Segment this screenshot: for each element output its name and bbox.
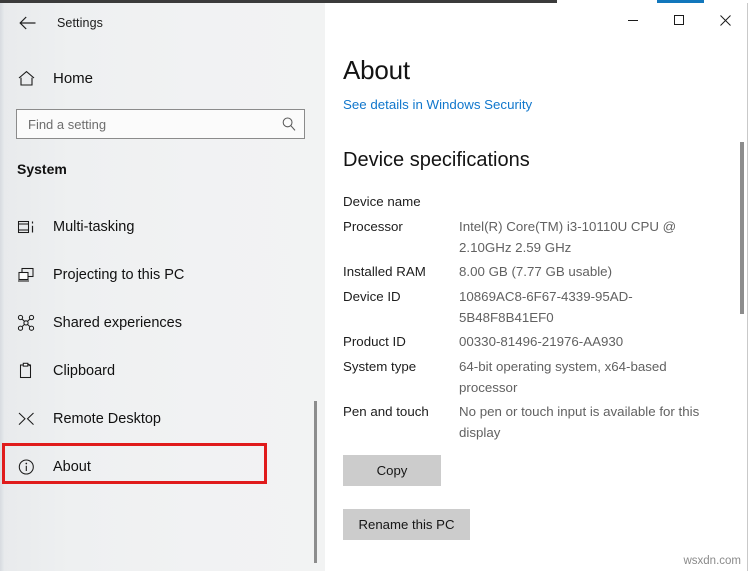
settings-window: Settings Home System [0, 0, 748, 571]
sidebar-item-home-label: Home [53, 70, 93, 87]
sidebar-section-label: System [17, 161, 67, 177]
windows-security-link[interactable]: See details in Windows Security [343, 97, 532, 112]
sidebar: Settings Home System [0, 3, 325, 571]
main-content: About See details in Windows Security De… [325, 3, 748, 571]
sidebar-item-projecting-to-this-pc-label: Projecting to this PC [53, 267, 184, 283]
spec-row-device-name: Device name [343, 191, 733, 213]
spec-key: Device name [343, 191, 459, 213]
page-title: About [343, 55, 410, 86]
spec-value: 8.00 GB (7.77 GB usable) [459, 261, 712, 282]
spec-key: Installed RAM [343, 261, 459, 283]
spec-row-installed-ram: Installed RAM 8.00 GB (7.77 GB usable) [343, 261, 733, 283]
sidebar-item-multi-tasking[interactable]: Multi-tasking [0, 203, 325, 251]
spec-key: Device ID [343, 286, 459, 308]
device-specifications-heading: Device specifications [343, 149, 530, 172]
spec-key: Product ID [343, 331, 459, 353]
app-title: Settings [57, 16, 103, 30]
search-input[interactable] [17, 117, 274, 132]
info-circle-icon [13, 458, 39, 476]
back-button[interactable] [6, 7, 50, 39]
sidebar-item-about[interactable]: About [0, 443, 325, 491]
sidebar-item-about-label: About [53, 459, 91, 475]
spec-value: No pen or touch input is available for t… [459, 401, 712, 443]
clipboard-icon [13, 362, 39, 380]
spec-value: 10869AC8-6F67-4339-95AD-5B48F8B41EF0 [459, 286, 712, 328]
sidebar-item-shared-experiences[interactable]: Shared experiences [0, 299, 325, 347]
spec-value: Intel(R) Core(TM) i3-10110U CPU @ 2.10GH… [459, 216, 712, 258]
home-icon [13, 70, 39, 87]
multitasking-icon [13, 218, 39, 236]
maximize-button[interactable] [656, 3, 702, 37]
spec-row-device-id: Device ID 10869AC8-6F67-4339-95AD-5B48F8… [343, 286, 733, 328]
window-controls [610, 3, 748, 37]
titlebar: Settings [0, 3, 325, 43]
projecting-icon [13, 266, 39, 284]
sidebar-item-projecting-to-this-pc[interactable]: Projecting to this PC [0, 251, 325, 299]
copy-button[interactable]: Copy [343, 455, 441, 486]
sidebar-scrollbar-thumb[interactable] [314, 401, 317, 563]
device-specifications-table: Device name Processor Intel(R) Core(TM) … [343, 191, 733, 446]
remote-desktop-icon [13, 410, 39, 428]
sidebar-nav-list: Multi-tasking Projecting to this PC [0, 203, 325, 491]
sidebar-item-remote-desktop[interactable]: Remote Desktop [0, 395, 325, 443]
sidebar-item-remote-desktop-label: Remote Desktop [53, 411, 161, 427]
sidebar-item-multi-tasking-label: Multi-tasking [53, 219, 134, 235]
spec-row-product-id: Product ID 00330-81496-21976-AA930 [343, 331, 733, 353]
spec-value: 64-bit operating system, x64-based proce… [459, 356, 712, 398]
search-box[interactable] [16, 109, 305, 139]
spec-key: Pen and touch [343, 401, 459, 423]
back-arrow-icon [19, 16, 37, 30]
watermark: wsxdn.com [683, 555, 741, 567]
spec-row-processor: Processor Intel(R) Core(TM) i3-10110U CP… [343, 216, 733, 258]
rename-this-pc-button[interactable]: Rename this PC [343, 509, 470, 540]
sidebar-item-shared-experiences-label: Shared experiences [53, 315, 182, 331]
content-scrollbar-thumb[interactable] [740, 142, 744, 314]
sidebar-item-clipboard[interactable]: Clipboard [0, 347, 325, 395]
search-icon[interactable] [274, 116, 304, 132]
spec-key: System type [343, 356, 459, 378]
spec-value: 00330-81496-21976-AA930 [459, 331, 712, 352]
sidebar-item-clipboard-label: Clipboard [53, 363, 115, 379]
sidebar-item-home[interactable]: Home [0, 61, 325, 95]
minimize-button[interactable] [610, 3, 656, 37]
close-button[interactable] [702, 3, 748, 37]
spec-row-system-type: System type 64-bit operating system, x64… [343, 356, 733, 398]
shared-experiences-icon [13, 314, 39, 332]
spec-row-pen-and-touch: Pen and touch No pen or touch input is a… [343, 401, 733, 443]
spec-key: Processor [343, 216, 459, 238]
